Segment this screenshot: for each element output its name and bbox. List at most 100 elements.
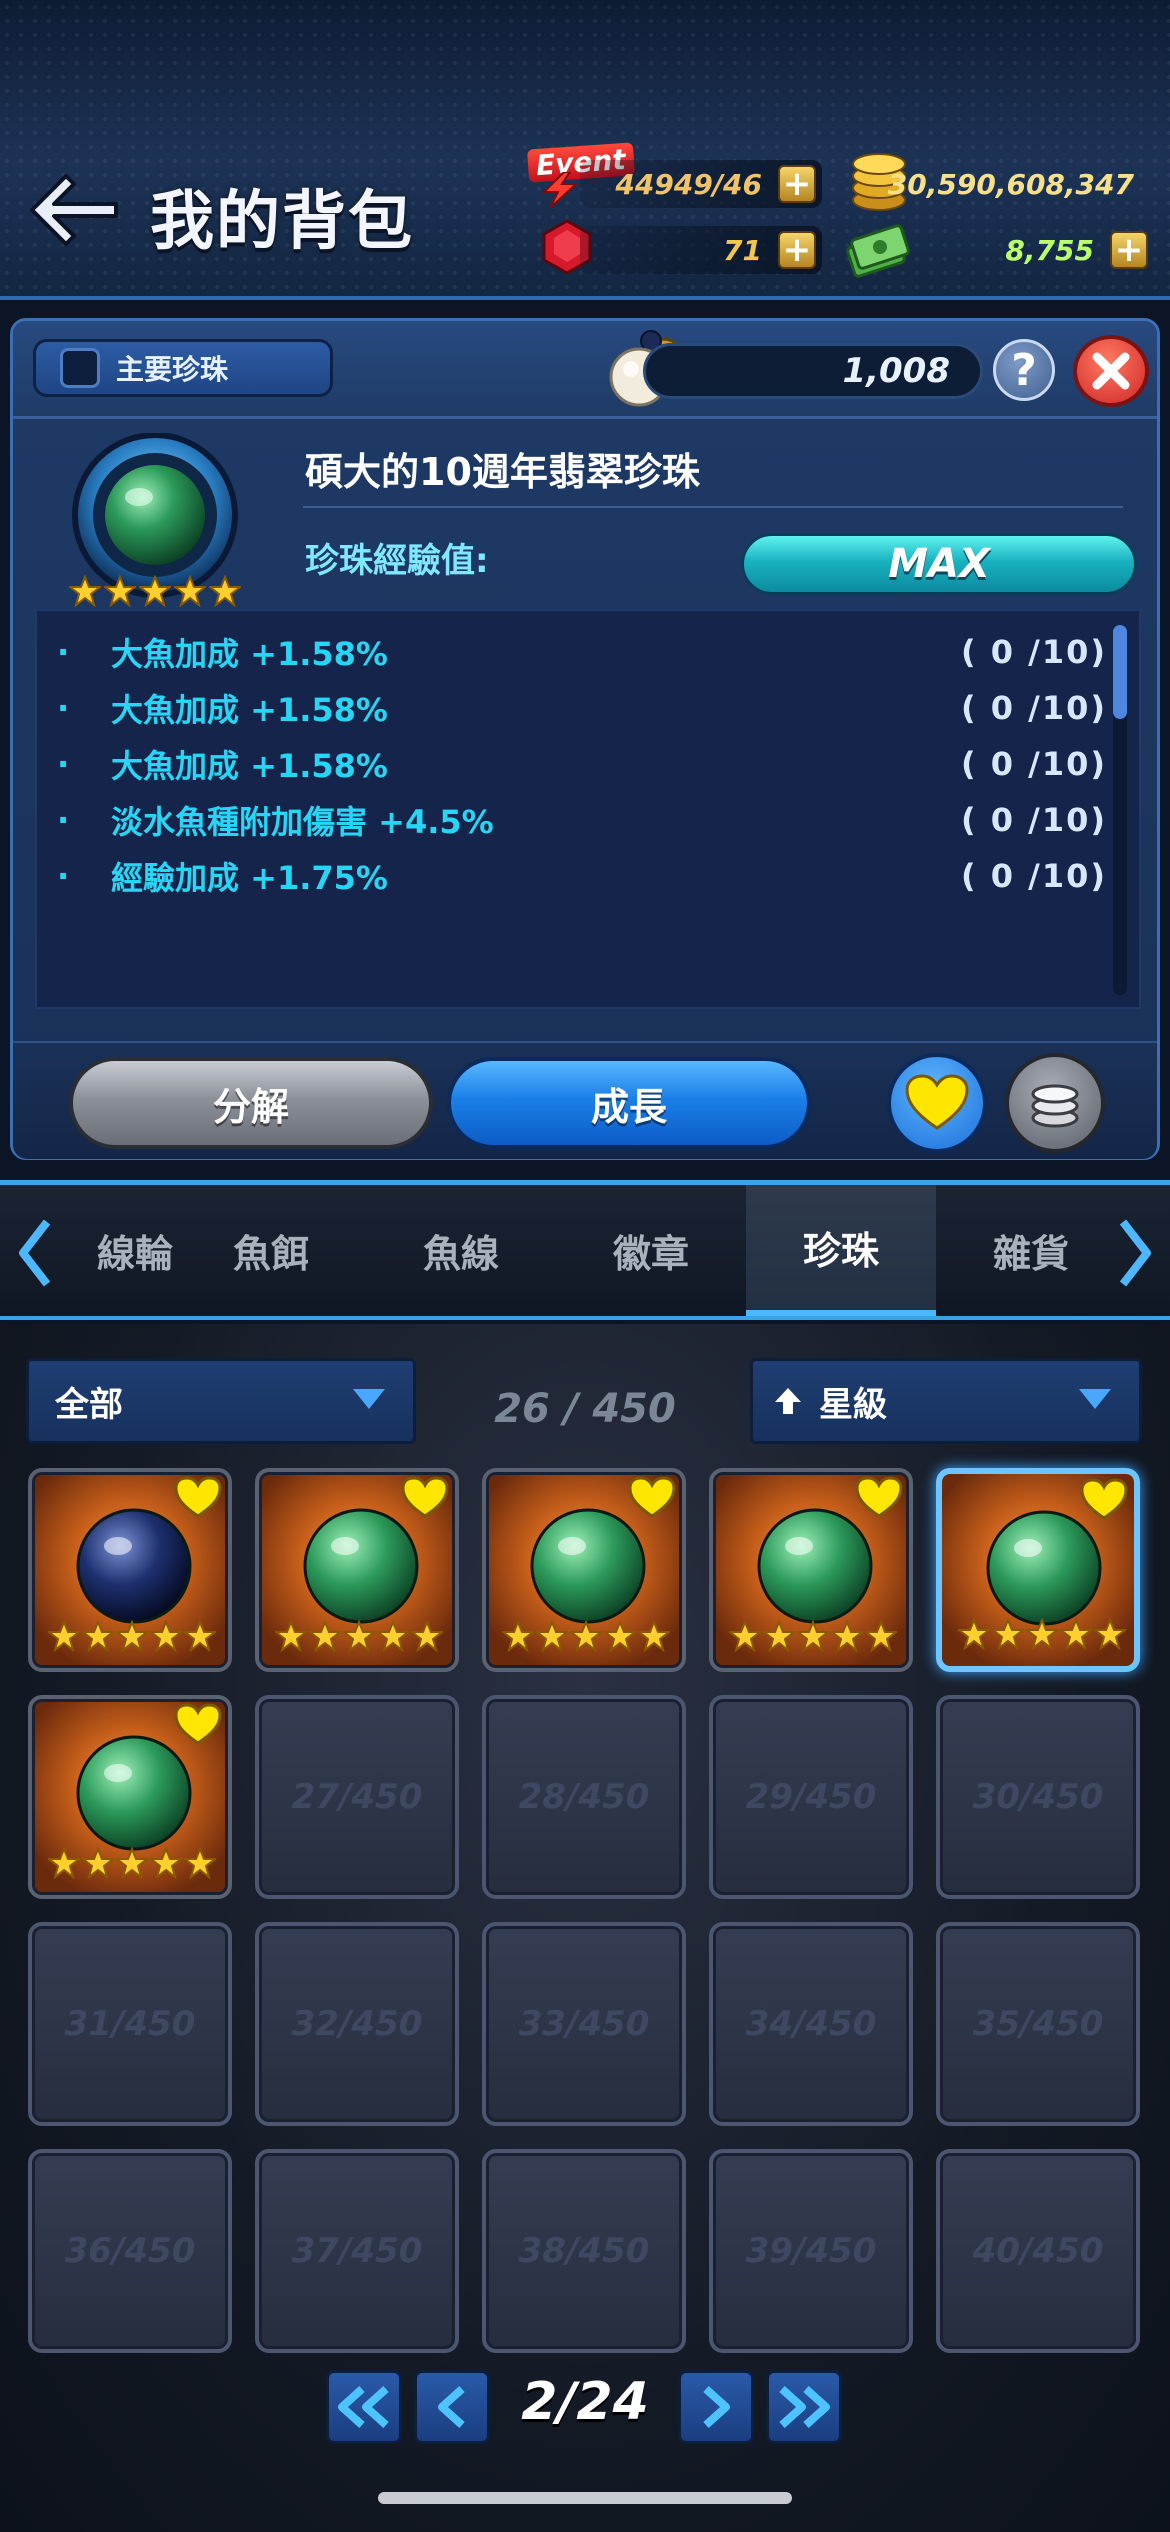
empty-slot-label: 27/450 <box>291 1777 423 1817</box>
star-icon <box>958 1618 990 1650</box>
grow-button[interactable]: 成長 <box>447 1057 811 1149</box>
star-icon <box>174 575 206 607</box>
attribute-text: 經驗加成 +1.75% <box>111 859 388 897</box>
attribute-count: ( 0 /10) <box>960 857 1107 895</box>
decompose-button[interactable]: 分解 <box>69 1057 433 1149</box>
slot-counter: 26 / 450 <box>494 1386 676 1432</box>
jade-green-pearl-icon <box>757 1508 873 1624</box>
close-button[interactable] <box>1073 335 1149 407</box>
jade-green-pearl-icon <box>303 1508 419 1624</box>
gem-resource-bar: 71 + <box>580 226 822 274</box>
star-icon <box>150 1620 182 1652</box>
star-icon <box>116 1620 148 1652</box>
main-pearl-checkbox[interactable] <box>60 348 100 388</box>
last-page-button[interactable] <box>766 2370 842 2444</box>
star-icon <box>797 1620 829 1652</box>
tab-misc[interactable]: 雜貨 <box>936 1185 1126 1316</box>
inventory-item-slot[interactable] <box>709 1468 913 1672</box>
star-icon <box>1060 1618 1092 1650</box>
chevron-right-icon <box>1119 1219 1151 1287</box>
attribute-text: 大魚加成 +1.58% <box>111 635 388 673</box>
dark-blue-pearl-icon <box>76 1508 192 1624</box>
empty-slot-label: 38/450 <box>518 2231 650 2271</box>
exp-bar: MAX <box>741 533 1137 595</box>
empty-slot-label: 35/450 <box>972 2004 1104 2044</box>
inventory-item-slot[interactable] <box>28 1695 232 1899</box>
star-icon <box>763 1620 795 1652</box>
inventory-item-slot[interactable] <box>482 1468 686 1672</box>
empty-slot[interactable]: 32/450 <box>255 1922 459 2126</box>
divider <box>303 506 1123 508</box>
tab-bait[interactable]: 魚餌 <box>176 1185 366 1316</box>
star-icon <box>536 1620 568 1652</box>
empty-slot-label: 31/450 <box>64 2004 196 2044</box>
star-icon <box>184 1620 216 1652</box>
star-icon <box>570 1620 602 1652</box>
empty-slot-label: 34/450 <box>745 2004 877 2044</box>
tab-line[interactable]: 魚線 <box>366 1185 556 1316</box>
empty-slot[interactable]: 35/450 <box>936 1922 1140 2126</box>
inventory-item-slot[interactable] <box>936 1468 1140 1672</box>
main-pearl-label: 主要珍珠 <box>116 353 229 386</box>
next-page-button[interactable] <box>678 2370 754 2444</box>
inventory-item-slot[interactable] <box>28 1468 232 1672</box>
item-stars <box>48 1847 216 1881</box>
cash-resource-bar: 8,755 + <box>914 226 1154 274</box>
top-header: 我的背包 Event 44949/46 + 71 + 30,590,608,34… <box>0 0 1170 300</box>
coin-stack-button[interactable] <box>1005 1053 1105 1153</box>
first-page-button[interactable] <box>326 2370 402 2444</box>
home-indicator[interactable] <box>378 2492 792 2504</box>
heart-icon <box>905 1074 969 1130</box>
jade-green-pearl-icon <box>986 1510 1102 1626</box>
main-pearl-toggle[interactable]: 主要珍珠 <box>33 339 333 397</box>
star-icon <box>343 1620 375 1652</box>
tabs-next-arrow[interactable] <box>1116 1213 1156 1293</box>
attribute-count: ( 0 /10) <box>960 689 1107 727</box>
event-plus-button[interactable]: + <box>778 165 816 203</box>
empty-slot[interactable]: 37/450 <box>255 2149 459 2353</box>
gem-plus-button[interactable]: + <box>778 231 816 269</box>
star-icon <box>184 1847 216 1879</box>
empty-slot[interactable]: 30/450 <box>936 1695 1140 1899</box>
panel-toolbar: 主要珍珠 1,008 ? <box>13 321 1157 419</box>
filter-dropdown[interactable]: 全部 <box>26 1358 416 1444</box>
favorite-button[interactable] <box>887 1053 987 1153</box>
tab-pearl[interactable]: 珍珠 <box>746 1185 936 1316</box>
pearl-count: 1,008 <box>842 351 950 391</box>
category-tabs: 線輪 魚餌 魚線 徽章 珍珠 雜貨 <box>0 1180 1170 1320</box>
star-icon <box>1026 1618 1058 1650</box>
coin-resource-bar: 30,590,608,347 <box>888 160 1144 208</box>
page-indicator: 2/24 <box>521 2372 649 2432</box>
chevron-down-icon <box>353 1389 385 1409</box>
empty-slot[interactable]: 28/450 <box>482 1695 686 1899</box>
scroll-thumb[interactable] <box>1113 625 1127 719</box>
empty-slot[interactable]: 31/450 <box>28 1922 232 2126</box>
attribute-scrollbar[interactable] <box>1113 625 1127 995</box>
attribute-list[interactable]: · 大魚加成 +1.58% ( 0 /10) · 大魚加成 +1.58% ( 0… <box>35 609 1141 1009</box>
item-stars <box>275 1620 443 1654</box>
coin-stack-icon <box>1031 1084 1079 1128</box>
prev-page-button[interactable] <box>414 2370 490 2444</box>
empty-slot[interactable]: 40/450 <box>936 2149 1140 2353</box>
inventory-item-slot[interactable] <box>255 1468 459 1672</box>
star-icon <box>309 1620 341 1652</box>
empty-slot[interactable]: 36/450 <box>28 2149 232 2353</box>
empty-slot[interactable]: 34/450 <box>709 1922 913 2126</box>
star-icon <box>502 1620 534 1652</box>
gem-value: 71 <box>723 233 762 267</box>
star-icon <box>411 1620 443 1652</box>
star-icon <box>604 1620 636 1652</box>
tab-badge[interactable]: 徽章 <box>556 1185 746 1316</box>
empty-slot[interactable]: 29/450 <box>709 1695 913 1899</box>
back-button[interactable] <box>24 165 124 255</box>
help-button[interactable]: ? <box>993 339 1055 401</box>
empty-slot[interactable]: 33/450 <box>482 1922 686 2126</box>
empty-slot[interactable]: 38/450 <box>482 2149 686 2353</box>
sort-dropdown[interactable]: 星級 <box>750 1358 1142 1444</box>
chevron-left-icon <box>438 2386 465 2428</box>
cash-plus-button[interactable]: + <box>1110 231 1148 269</box>
star-icon <box>48 1620 80 1652</box>
empty-slot[interactable]: 39/450 <box>709 2149 913 2353</box>
empty-slot-label: 33/450 <box>518 2004 650 2044</box>
empty-slot[interactable]: 27/450 <box>255 1695 459 1899</box>
